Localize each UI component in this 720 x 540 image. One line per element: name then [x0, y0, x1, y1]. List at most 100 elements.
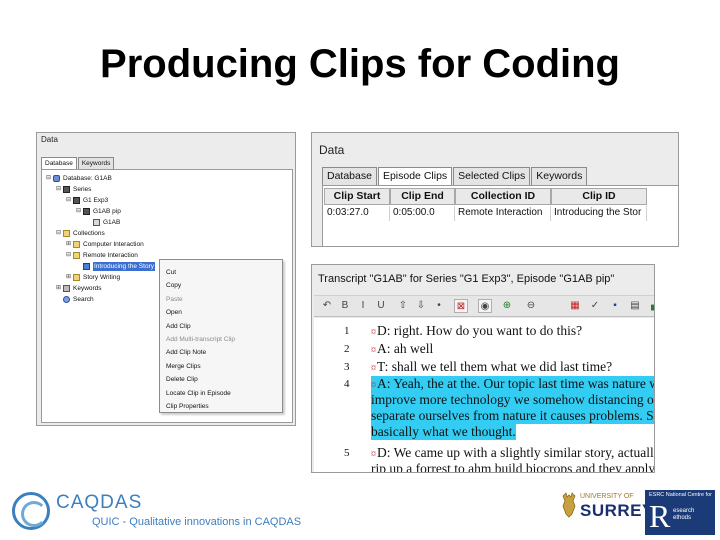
transcript-toolbar: ↶ BIU ⇧ ⇩ • ⊠ ◉ ⊕ ⊖ ▦ ✓ ▪ ▤ ▟ — [314, 295, 654, 317]
database-icon — [53, 175, 60, 182]
undo-icon[interactable]: ↶ — [320, 299, 334, 313]
tab-keywords[interactable]: Keywords — [77, 157, 115, 169]
print-icon[interactable]: ▤ — [628, 299, 642, 313]
spell-check-icon[interactable]: ✓ — [588, 299, 602, 313]
collapse-icon[interactable]: ⊟ — [66, 196, 72, 205]
bold-icon[interactable]: B — [338, 299, 352, 313]
zoom-out-icon[interactable]: ⊖ — [524, 299, 538, 313]
tree-item[interactable]: ⊟ Remote Interaction — [66, 251, 138, 260]
context-menu-item[interactable]: Copy — [166, 281, 181, 290]
transcript-document[interactable]: 1 ¤D: right. How do you want to do this? 2… — [314, 318, 655, 473]
transcript-icon — [93, 219, 100, 226]
surrey-logo: UNIVERSITY OF SURREY — [560, 492, 653, 522]
save-icon[interactable]: ▪ — [608, 299, 622, 313]
tree-item[interactable]: ⊟ Series — [56, 185, 91, 194]
collapse-icon[interactable]: ⊟ — [56, 229, 62, 238]
tree-item[interactable]: ⊞ Story Writing — [66, 273, 120, 282]
folder-icon — [73, 274, 80, 281]
line-number: 1 — [344, 325, 350, 337]
context-menu-item[interactable]: Locate Clip in Episode — [166, 389, 231, 398]
data-window-title: Data — [41, 135, 58, 144]
expand-icon[interactable]: ⊞ — [66, 273, 72, 282]
surrey-university-of: UNIVERSITY OF — [580, 493, 634, 500]
tab-episode-clips[interactable]: Episode Clips — [377, 167, 453, 185]
series-icon — [63, 186, 70, 193]
down-arrow-icon[interactable]: ⇩ — [414, 299, 428, 313]
column-header-clip-id[interactable]: Clip ID — [551, 188, 647, 205]
collapse-icon[interactable]: ⊟ — [46, 174, 52, 183]
time-code-marker-icon: ¤ — [371, 345, 376, 356]
tab-database[interactable]: Database — [322, 167, 377, 185]
tree-item[interactable]: Search — [56, 295, 94, 304]
tree-item[interactable]: ⊞ Computer Interaction — [66, 240, 144, 249]
tree-item[interactable]: ⊟ Collections — [56, 229, 105, 238]
tree-item[interactable]: ⊞ Keywords — [56, 284, 102, 293]
italic-icon[interactable]: I — [356, 299, 370, 313]
tree-item-label: G1 Exp3 — [83, 197, 109, 204]
chart-icon[interactable]: ▟ — [648, 299, 654, 313]
collapse-icon[interactable]: ⊟ — [76, 207, 82, 216]
column-header-clip-start[interactable]: Clip Start — [324, 188, 390, 205]
collapse-icon[interactable]: ⊟ — [56, 185, 62, 194]
cell-clip-end: 0:05:00.0 — [390, 206, 455, 221]
episode-clips-window: Data Database Episode Clips Selected Cli… — [311, 132, 679, 247]
tree-item[interactable]: ⊟ G1AB pip — [76, 207, 121, 216]
cell-clip-start: 0:03:27.0 — [324, 206, 390, 221]
column-header-collection-id[interactable]: Collection ID — [455, 188, 551, 205]
context-menu-item[interactable]: Merge Clips — [166, 362, 201, 371]
time-code-icon[interactable]: ⊠ — [454, 299, 468, 313]
transcript-line[interactable]: ¤D: We came up with a slightly similar s… — [371, 445, 654, 461]
transcript-line-text: rip up a forrest to ahm build biocrops a… — [371, 461, 655, 473]
column-header-clip-end[interactable]: Clip End — [390, 188, 455, 205]
context-menu-item[interactable]: Clip Properties — [166, 402, 209, 411]
ncrm-word-research: esearch — [673, 508, 695, 514]
context-menu-item[interactable]: Add Clip Note — [166, 348, 206, 357]
series-icon — [73, 197, 80, 204]
context-menu-item[interactable]: Delete Clip — [166, 375, 198, 384]
ncrm-words: esearch ethods — [673, 508, 694, 522]
transcript-line[interactable]: rip up a forrest to ahm build biocrops a… — [371, 461, 655, 473]
line-number: 3 — [344, 361, 350, 373]
transcript-line[interactable]: ¤A: Yeah, the at the. Our topic last tim… — [371, 376, 654, 392]
tree-item[interactable]: Introducing the Story — [76, 262, 155, 271]
tree-item-label: G1AB pip — [93, 208, 121, 215]
transcript-line[interactable]: separate ourselves from nature it causes… — [371, 408, 654, 424]
tree-item[interactable]: ⊟ Database: G1AB — [46, 174, 112, 183]
up-arrow-icon[interactable]: ⇧ — [396, 299, 410, 313]
clips-table-header: Clip Start Clip End Collection ID Clip I… — [324, 188, 647, 205]
tab-database[interactable]: Database — [41, 157, 77, 169]
search-icon — [63, 296, 70, 303]
table-row[interactable]: 0:03:27.0 0:05:00.0 Remote Interaction I… — [324, 206, 647, 221]
line-number: 2 — [344, 343, 350, 355]
underline-icon[interactable]: U — [374, 299, 388, 313]
zoom-in-icon[interactable]: ⊕ — [500, 299, 514, 313]
expand-icon[interactable]: ⊞ — [66, 240, 72, 249]
caqdas-logo: CAQDAS QUIC - Qualitative innovations in… — [12, 492, 301, 532]
line-number: 4 — [344, 378, 350, 390]
transcript-line[interactable]: basically what we thought. — [371, 424, 516, 440]
tree-item[interactable]: ⊟ G1 Exp3 — [66, 196, 108, 205]
transcript-window: Transcript "G1AB" for Series "G1 Exp3", … — [311, 264, 655, 473]
circle-icon[interactable]: • — [432, 299, 446, 313]
expand-icon[interactable]: ⊞ — [56, 284, 62, 293]
tab-keywords[interactable]: Keywords — [531, 167, 588, 185]
ncrm-word-methods: ethods — [673, 515, 692, 521]
time-code-marker-icon: ¤ — [371, 327, 376, 338]
tree-item[interactable]: G1AB — [86, 218, 120, 227]
transcript-line[interactable]: ¤A: ah well — [371, 341, 433, 357]
context-menu-item[interactable]: Cut — [166, 268, 176, 277]
collapse-icon[interactable]: ⊟ — [66, 251, 72, 260]
tree-item-label: Computer Interaction — [83, 241, 144, 248]
context-menu-item[interactable]: Open — [166, 308, 182, 317]
transcript-line[interactable]: ¤D: right. How do you want to do this? — [371, 323, 582, 339]
tab-selected-clips[interactable]: Selected Clips — [453, 167, 531, 185]
context-menu-item[interactable]: Add Clip — [166, 322, 191, 331]
episode-clips-window-title: Data — [319, 143, 345, 157]
image-icon[interactable]: ▦ — [568, 299, 582, 313]
transcript-line[interactable]: ¤T: shall we tell them what we did last … — [371, 359, 612, 375]
folder-icon — [63, 230, 70, 237]
cell-clip-id: Introducing the Stor — [551, 206, 647, 221]
sound-icon[interactable]: ◉ — [478, 299, 492, 313]
transcript-line-text: T: shall we tell them what we did last t… — [377, 359, 613, 374]
transcript-line[interactable]: improve more technology we somehow dista… — [371, 392, 654, 408]
